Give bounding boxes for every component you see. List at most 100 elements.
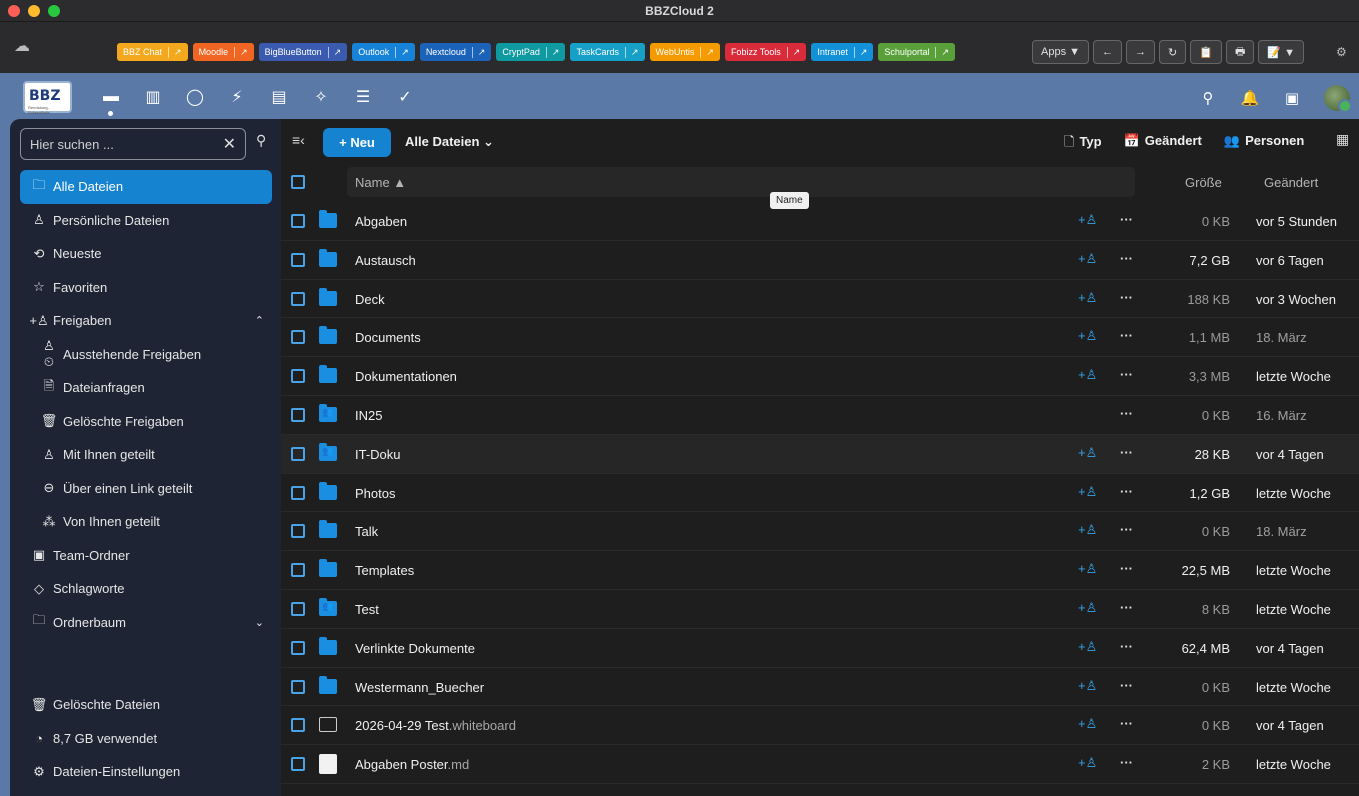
print-button[interactable]: 🖶 bbox=[1225, 40, 1255, 64]
breadcrumb[interactable]: Alle Dateien ⌄ bbox=[405, 134, 494, 150]
bbz-logo[interactable]: BBZ Rendsburg-Eckernförde bbox=[23, 81, 72, 115]
more-actions-icon[interactable]: ··· bbox=[1120, 522, 1133, 537]
file-name[interactable]: Verlinkte Dokumente bbox=[355, 641, 475, 656]
more-actions-icon[interactable]: ··· bbox=[1120, 406, 1133, 421]
notes-dropdown[interactable]: 📝 ▼ bbox=[1258, 40, 1304, 64]
share-icon[interactable]: +♙ bbox=[1078, 561, 1097, 577]
sidebar-item-ordnerbaum[interactable]: 🗀 Ordnerbaum ⌄ bbox=[20, 606, 272, 640]
sidebar-item-ausstehende-freigaben[interactable]: ♙⏲ Ausstehende Freigaben bbox=[20, 338, 272, 372]
sidebar-item-mit-ihnen-geteilt[interactable]: ♙ Mit Ihnen geteilt bbox=[20, 438, 272, 472]
search-input[interactable] bbox=[30, 136, 210, 152]
file-name[interactable]: Test bbox=[355, 602, 379, 617]
share-icon[interactable]: +♙ bbox=[1078, 367, 1097, 383]
table-row[interactable]: Westermann_Buecher +♙ ··· 0 KB letzte Woche bbox=[281, 668, 1359, 707]
forward-button[interactable]: → bbox=[1126, 40, 1156, 64]
more-actions-icon[interactable]: ··· bbox=[1120, 755, 1133, 770]
size-column-header[interactable]: Größe bbox=[1185, 175, 1222, 190]
row-checkbox[interactable] bbox=[291, 252, 305, 267]
table-row[interactable]: Templates +♙ ··· 22,5 MB letzte Woche bbox=[281, 551, 1359, 590]
share-icon[interactable]: +♙ bbox=[1078, 600, 1097, 616]
file-name[interactable]: Deck bbox=[355, 292, 385, 307]
notifications-icon[interactable]: 🔔 bbox=[1240, 89, 1260, 107]
more-actions-icon[interactable]: ··· bbox=[1120, 212, 1133, 227]
quicklink-bbz-chat[interactable]: BBZ Chat ↗ bbox=[117, 43, 188, 61]
file-name[interactable]: Dokumentationen bbox=[355, 369, 457, 384]
table-row[interactable]: Documents +♙ ··· 1,1 MB 18. März bbox=[281, 318, 1359, 358]
row-checkbox[interactable] bbox=[291, 214, 305, 228]
sidebar-item-von-ihnen-geteilt[interactable]: ⁂ Von Ihnen geteilt bbox=[20, 505, 272, 539]
table-row[interactable]: Abgaben +♙ ··· 0 KB vor 5 Stunden bbox=[281, 202, 1359, 241]
table-row[interactable]: 2026-04-29 Test.whiteboard +♙ ··· 0 KB vor 4… bbox=[281, 706, 1359, 746]
quicklink-bigbluebutton[interactable]: BigBlueButton ↗ bbox=[258, 43, 348, 61]
share-icon[interactable]: +♙ bbox=[1078, 716, 1097, 732]
row-checkbox[interactable] bbox=[291, 407, 305, 422]
files-app-icon[interactable]: ▬ bbox=[100, 87, 122, 116]
row-checkbox[interactable] bbox=[291, 291, 305, 306]
sidebar-item-über-einen-link-geteilt[interactable]: ⊖ Über einen Link geteilt bbox=[20, 472, 272, 506]
sidebar-item-alle-dateien[interactable]: 🗀 Alle Dateien bbox=[20, 170, 272, 204]
more-actions-icon[interactable]: ··· bbox=[1120, 328, 1133, 343]
modified-column-header[interactable]: Geändert bbox=[1264, 175, 1318, 190]
tasks-app-icon[interactable]: ✓ bbox=[394, 87, 416, 107]
table-row[interactable]: Dokumentationen +♙ ··· 3,3 MB letzte Woche bbox=[281, 357, 1359, 396]
back-button[interactable]: ← bbox=[1093, 40, 1123, 64]
file-name[interactable]: IN25 bbox=[355, 408, 382, 423]
name-column-header[interactable] bbox=[347, 167, 1135, 197]
share-icon[interactable]: +♙ bbox=[1078, 251, 1097, 267]
share-icon[interactable]: +♙ bbox=[1078, 328, 1097, 344]
sidebar-item-freigaben[interactable]: +♙ Freigaben ⌃ bbox=[20, 304, 272, 338]
file-name[interactable]: Documents bbox=[355, 330, 421, 345]
row-checkbox[interactable] bbox=[291, 563, 305, 578]
table-row[interactable]: Deck +♙ ··· 188 KB vor 3 Wochen bbox=[281, 280, 1359, 319]
deck-app-icon[interactable]: ▥ bbox=[142, 87, 164, 107]
table-row[interactable]: IT-Doku +♙ ··· 28 KB vor 4 Tagen bbox=[281, 434, 1359, 474]
quicklink-schulportal[interactable]: Schulportal ↗ bbox=[878, 43, 955, 61]
quicklink-outlook[interactable]: Outlook ↗ bbox=[352, 43, 415, 61]
reload-button[interactable]: ↻ bbox=[1159, 40, 1187, 64]
row-checkbox[interactable] bbox=[291, 524, 305, 539]
apps-dropdown[interactable]: Apps ▼ bbox=[1032, 40, 1090, 64]
more-actions-icon[interactable]: ··· bbox=[1120, 367, 1133, 382]
row-checkbox[interactable] bbox=[291, 369, 305, 384]
archive-app-icon[interactable]: ▤ bbox=[268, 87, 290, 107]
more-actions-icon[interactable]: ··· bbox=[1120, 290, 1133, 305]
quicklink-cryptpad[interactable]: CryptPad ↗ bbox=[496, 43, 566, 61]
quicklink-nextcloud[interactable]: Nextcloud ↗ bbox=[419, 43, 492, 61]
quicklink-fobizz-tools[interactable]: Fobizz Tools ↗ bbox=[724, 43, 807, 61]
clear-search-icon[interactable]: ✕ bbox=[223, 134, 236, 154]
share-icon[interactable]: +♙ bbox=[1078, 212, 1097, 228]
more-actions-icon[interactable]: ··· bbox=[1120, 561, 1133, 576]
sidebar-item-neueste[interactable]: ⟲ Neueste bbox=[20, 237, 272, 271]
sidebar-footer-0[interactable]: 🗑 Gelöschte Dateien bbox=[20, 688, 272, 722]
row-checkbox[interactable] bbox=[291, 718, 305, 733]
search-icon[interactable]: ⚲ bbox=[1198, 89, 1218, 107]
quicklink-webuntis[interactable]: WebUntis ↗ bbox=[649, 43, 720, 61]
more-actions-icon[interactable]: ··· bbox=[1120, 600, 1133, 615]
share-icon[interactable]: +♙ bbox=[1078, 445, 1097, 461]
sidebar-footer-2[interactable]: ⚙ Dateien-Einstellungen bbox=[20, 755, 272, 789]
more-actions-icon[interactable]: ··· bbox=[1120, 716, 1133, 731]
file-name[interactable]: 2026-04-29 Test.whiteboard bbox=[355, 718, 516, 733]
search-app-icon[interactable]: ◯ bbox=[184, 87, 206, 107]
people-filter[interactable]: 👥 Personen bbox=[1224, 133, 1304, 155]
toggle-navigation-icon[interactable]: ≡‹ bbox=[292, 132, 305, 148]
more-actions-icon[interactable]: ··· bbox=[1120, 639, 1133, 654]
sidebar-footer-1[interactable]: ◔ 8,7 GB verwendet bbox=[20, 722, 272, 756]
sidebar-item-team-ordner[interactable]: ▣ Team-Ordner bbox=[20, 539, 272, 573]
more-actions-icon[interactable]: ··· bbox=[1120, 484, 1133, 499]
quicklink-intranet[interactable]: Intranet ↗ bbox=[811, 43, 874, 61]
contacts-icon[interactable]: ▣ bbox=[1282, 89, 1302, 107]
share-icon[interactable]: +♙ bbox=[1078, 522, 1097, 538]
file-name[interactable]: Austausch bbox=[355, 253, 416, 268]
type-filter[interactable]: 🗋 Typ bbox=[1064, 133, 1102, 155]
user-avatar[interactable] bbox=[1324, 85, 1352, 113]
row-checkbox[interactable] bbox=[291, 601, 305, 616]
file-name[interactable]: Abgaben bbox=[355, 214, 407, 229]
share-icon[interactable]: +♙ bbox=[1078, 290, 1097, 306]
settings-gear-icon[interactable]: ⚙ bbox=[1336, 45, 1347, 59]
table-row[interactable]: Talk +♙ ··· 0 KB 18. März bbox=[281, 512, 1359, 552]
file-name[interactable]: Westermann_Buecher bbox=[355, 680, 484, 695]
row-checkbox[interactable] bbox=[291, 757, 305, 772]
share-icon[interactable]: +♙ bbox=[1078, 678, 1097, 694]
minimize-window-button[interactable] bbox=[28, 5, 40, 17]
